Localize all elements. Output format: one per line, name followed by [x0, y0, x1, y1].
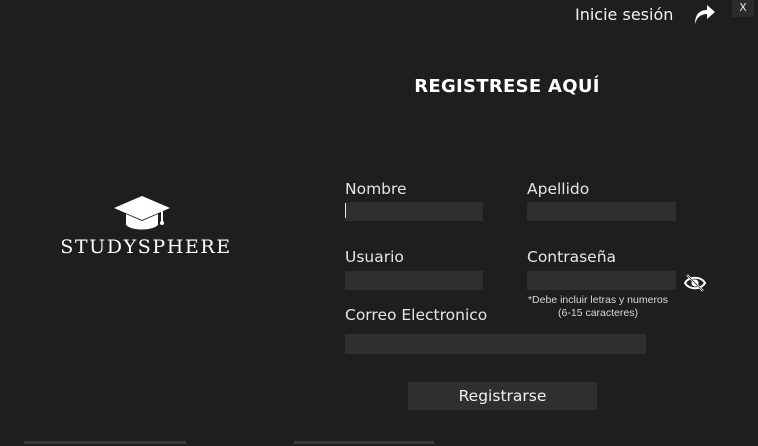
password-hint: *Debe incluir letras y numeros (6-15 car… — [520, 294, 676, 320]
usuario-label: Usuario — [345, 248, 404, 266]
page-title: REGISTRESE AQUÍ — [414, 76, 600, 97]
register-button[interactable]: Registrarse — [408, 382, 597, 410]
bottom-edge-strip — [24, 441, 434, 444]
usuario-input[interactable] — [345, 271, 483, 290]
password-hint-line1: *Debe incluir letras y numeros — [527, 294, 669, 306]
email-input[interactable] — [345, 334, 646, 354]
correo-label: Correo Electronico — [345, 306, 488, 324]
login-link[interactable]: Inicie sesión — [575, 5, 673, 24]
redo-arrow-icon[interactable] — [690, 1, 716, 27]
eye-slash-icon[interactable] — [683, 272, 707, 294]
text-caret — [345, 203, 346, 218]
password-hint-line2: (6-15 caracteres) — [558, 307, 638, 319]
contrasena-label: Contraseña — [527, 248, 617, 266]
graduation-cap-icon — [114, 196, 170, 230]
apellido-input[interactable] — [527, 202, 676, 221]
close-button[interactable]: X — [732, 0, 754, 17]
nombre-input[interactable] — [345, 202, 483, 221]
brand-name: STUDYSPHERE — [60, 236, 232, 258]
nombre-label: Nombre — [345, 180, 407, 198]
password-input[interactable] — [527, 271, 676, 290]
apellido-label: Apellido — [527, 180, 590, 198]
